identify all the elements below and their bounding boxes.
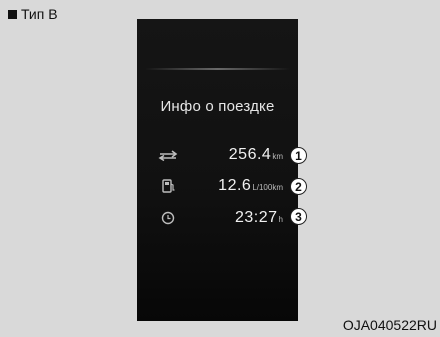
figure-code: OJA040522RU	[342, 317, 437, 333]
type-label: Тип B	[8, 6, 58, 22]
fuel-economy-number: 12.6	[218, 177, 252, 194]
fuel-pump-icon	[162, 179, 175, 193]
elapsed-time-value: 23:27h	[235, 209, 283, 227]
distance-row: 256.4km	[137, 144, 298, 166]
elapsed-time-number: 23:27	[235, 209, 278, 226]
callout-1: 1	[290, 147, 307, 164]
distance-unit: km	[272, 152, 283, 161]
divider	[145, 68, 290, 70]
range-icon	[158, 150, 178, 162]
type-label-text: Тип B	[21, 6, 58, 22]
distance-value: 256.4km	[229, 146, 283, 164]
cluster-display: Инфо о поездке 256.4km 12.6L/100km 23:27…	[137, 19, 298, 321]
clock-icon	[161, 211, 175, 225]
callout-3: 3	[290, 208, 307, 225]
fuel-economy-value: 12.6L/100km	[218, 177, 283, 195]
elapsed-time-row: 23:27h	[137, 207, 298, 229]
square-bullet-icon	[8, 9, 17, 19]
elapsed-time-unit: h	[278, 215, 283, 224]
callout-2: 2	[290, 178, 307, 195]
trip-info-title: Инфо о поездке	[160, 98, 275, 115]
fuel-economy-row: 12.6L/100km	[137, 175, 298, 197]
distance-number: 256.4	[228, 146, 272, 163]
fuel-economy-unit: L/100km	[252, 183, 283, 192]
